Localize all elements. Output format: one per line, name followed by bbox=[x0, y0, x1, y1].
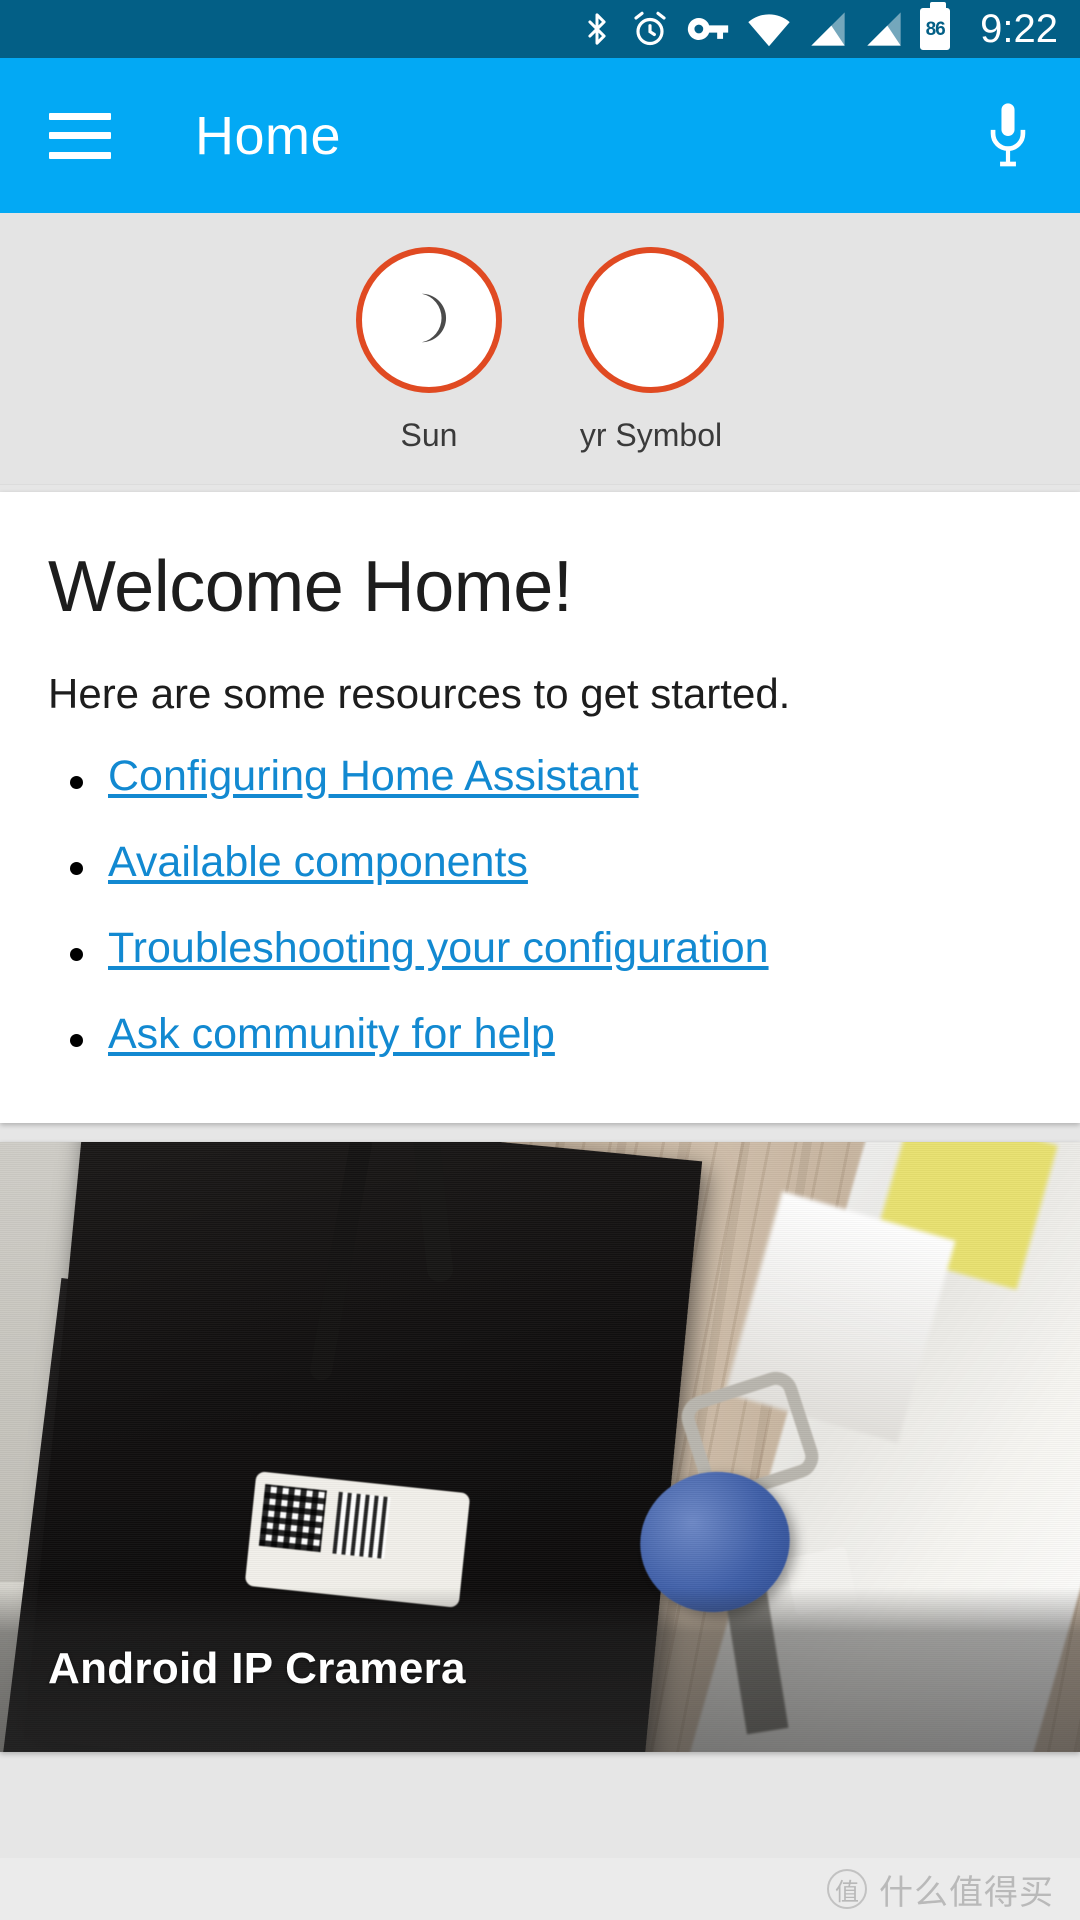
microphone-icon[interactable] bbox=[976, 97, 1040, 175]
link-available-components[interactable]: Available components bbox=[108, 838, 528, 886]
page-title: Home bbox=[195, 105, 342, 166]
status-bar-clock: 9:22 bbox=[980, 7, 1058, 51]
vpn-key-icon bbox=[686, 12, 730, 46]
resource-link-list: Configuring Home Assistant Available com… bbox=[48, 752, 1032, 1059]
badge-strip: Sun yr Symbol bbox=[0, 213, 1080, 485]
list-item: Configuring Home Assistant bbox=[48, 752, 1032, 801]
status-bar: 86 9:22 bbox=[0, 0, 1080, 58]
badge-yr-symbol[interactable]: yr Symbol bbox=[553, 247, 749, 454]
battery-icon: 86 bbox=[920, 2, 951, 50]
signal-bars-sim2-icon bbox=[864, 9, 904, 49]
welcome-subtitle: Here are some resources to get started. bbox=[48, 669, 791, 717]
badge-label: Sun bbox=[400, 417, 458, 453]
badge-circle bbox=[578, 247, 724, 393]
alarm-clock-icon bbox=[630, 8, 670, 50]
welcome-title: Welcome Home! bbox=[48, 547, 573, 627]
app-bar: Home bbox=[0, 58, 1080, 213]
qr-code-icon bbox=[258, 1483, 327, 1552]
camera-caption-text: Android IP Cramera bbox=[48, 1644, 466, 1694]
watermark-logo-icon: 值 bbox=[827, 1869, 867, 1909]
barcode-icon bbox=[332, 1491, 391, 1559]
battery-level-text: 86 bbox=[925, 18, 946, 40]
link-configuring-home-assistant[interactable]: Configuring Home Assistant bbox=[108, 752, 639, 800]
list-item: Available components bbox=[48, 838, 1032, 887]
camera-caption-bar: Android IP Cramera bbox=[0, 1586, 1080, 1752]
watermark-text: 什么值得买 bbox=[879, 1872, 1054, 1913]
signal-bars-sim1-icon bbox=[808, 9, 848, 49]
list-item: Ask community for help bbox=[48, 1010, 1032, 1059]
badge-circle bbox=[356, 247, 502, 393]
link-ask-community-for-help[interactable]: Ask community for help bbox=[108, 1010, 555, 1058]
link-troubleshooting-your-configuration[interactable]: Troubleshooting your configuration bbox=[108, 924, 769, 972]
bluetooth-icon bbox=[580, 7, 614, 51]
crescent-moon-icon bbox=[398, 287, 460, 354]
wifi-icon bbox=[746, 9, 792, 49]
badge-sun[interactable]: Sun bbox=[331, 247, 527, 454]
badge-label: yr Symbol bbox=[579, 417, 723, 453]
hamburger-menu-icon[interactable] bbox=[49, 112, 111, 159]
watermark-bar: 值 什么值得买 bbox=[0, 1858, 1080, 1920]
status-bar-icons: 86 9:22 bbox=[580, 2, 1058, 51]
camera-card[interactable]: Android IP Cramera bbox=[0, 1141, 1080, 1752]
list-item: Troubleshooting your configuration bbox=[48, 924, 1032, 973]
welcome-card: Welcome Home! Here are some resources to… bbox=[0, 492, 1080, 1123]
